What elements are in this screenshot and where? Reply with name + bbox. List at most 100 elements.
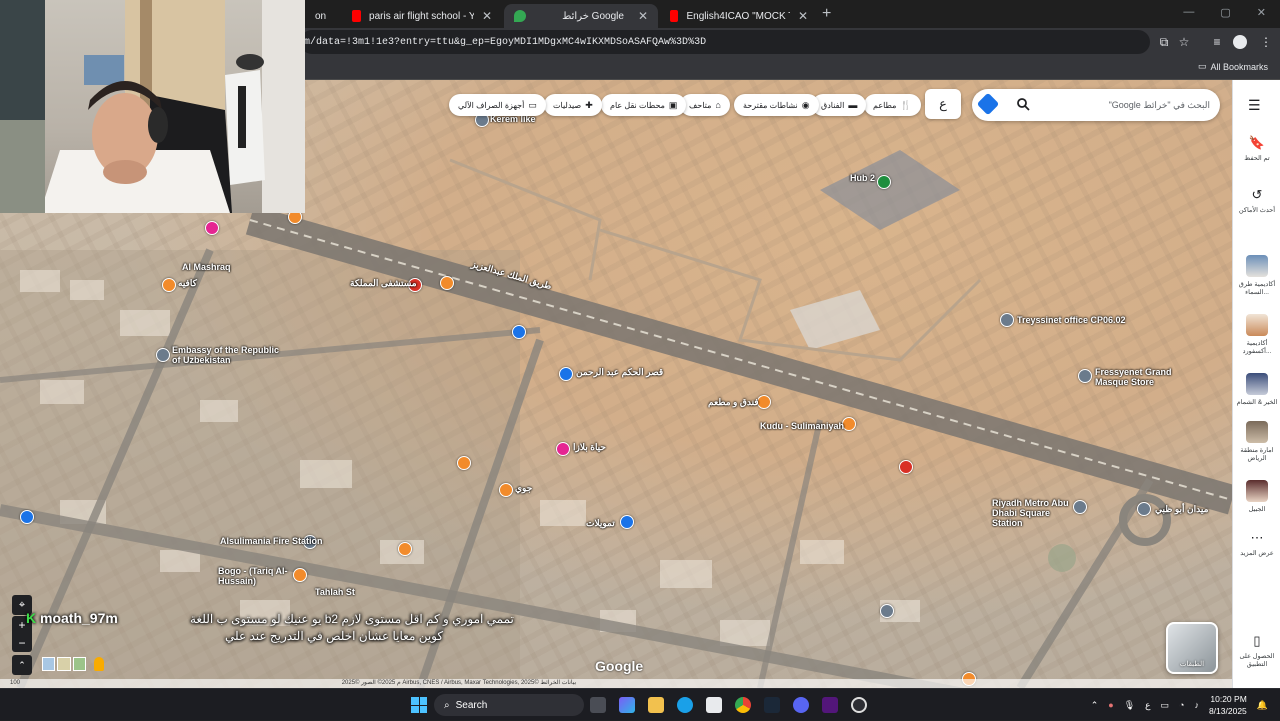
- discord-icon[interactable]: [793, 697, 809, 713]
- volume-icon[interactable]: ♪: [1194, 700, 1199, 710]
- place-label[interactable]: Bogo - (Tariq Al-Hussain): [218, 566, 290, 586]
- place-pin[interactable]: [556, 442, 570, 456]
- place-label[interactable]: Kudu - Sulimaniyah: [760, 421, 844, 431]
- tab-english4icao[interactable]: English4ICAO "MOCK TEST" - Y ✕: [660, 4, 818, 28]
- pegman-icon[interactable]: [94, 657, 104, 671]
- rail-recent-place[interactable]: امارة منطقة الرياض: [1233, 421, 1280, 462]
- task-view-icon[interactable]: [590, 697, 606, 713]
- star-icon[interactable]: ☆: [1176, 34, 1192, 50]
- chip-things-to-do[interactable]: ◉ نشاطات مقترحة: [734, 94, 819, 116]
- wifi-icon[interactable]: ◔: [1179, 700, 1184, 710]
- media-icon[interactable]: ≡: [1209, 34, 1225, 50]
- place-pin[interactable]: [899, 460, 913, 474]
- rail-show-more[interactable]: ⋯ عرض المزيد: [1233, 530, 1280, 557]
- place-label[interactable]: فندق و مطعم: [708, 397, 759, 408]
- all-bookmarks-button[interactable]: ▭ All Bookmarks: [1198, 61, 1268, 72]
- maps-search-box[interactable]: البحث في "خرائط Google": [972, 89, 1220, 121]
- clock[interactable]: 10:20 PM 8/13/2025: [1209, 693, 1247, 717]
- menu-icon[interactable]: ☰: [1248, 97, 1261, 114]
- place-label[interactable]: حياة بلازا: [573, 442, 606, 453]
- place-pin[interactable]: [499, 483, 513, 497]
- next-app-icon[interactable]: [822, 697, 838, 713]
- language-indicator[interactable]: ع: [1145, 700, 1150, 711]
- close-window-icon[interactable]: ✕: [1257, 6, 1266, 19]
- place-pin[interactable]: [1000, 313, 1014, 327]
- tab-partial[interactable]: on: [305, 4, 340, 28]
- place-label[interactable]: Alsulimania Fire Station: [220, 536, 323, 546]
- mic-icon[interactable]: 🎙: [1124, 700, 1135, 711]
- place-pin[interactable]: [457, 456, 471, 470]
- rail-recent-place[interactable]: أكاديمية أكسفورد...: [1233, 314, 1280, 355]
- place-label[interactable]: Hub 2: [850, 173, 875, 183]
- copilot-icon[interactable]: [619, 697, 635, 713]
- place-pin[interactable]: [1073, 500, 1087, 514]
- rail-saved[interactable]: 🔖 تم الحفظ: [1233, 135, 1280, 162]
- rail-recent-place[interactable]: الجبيل: [1233, 480, 1280, 513]
- rail-recent-place[interactable]: أكاديمية طرق السماء...: [1233, 255, 1280, 296]
- notification-icon[interactable]: 🔔: [1257, 700, 1268, 711]
- place-pin[interactable]: [1137, 502, 1151, 516]
- place-label[interactable]: Riyadh Metro Abu Dhabi Square Station: [992, 498, 1070, 528]
- rail-get-app[interactable]: ▯ الحصول على التطبيق: [1233, 633, 1280, 668]
- kebab-menu-icon[interactable]: ⋮: [1258, 34, 1274, 50]
- place-label[interactable]: ميدان أبو ظبي: [1155, 504, 1208, 515]
- place-pin[interactable]: [156, 348, 170, 362]
- tab-youtube[interactable]: paris air flight school - YouTube ✕: [342, 4, 502, 28]
- place-label[interactable]: قصر الحكم عبد الرحمن: [576, 367, 663, 378]
- chip-restaurants[interactable]: 🍴 مطاعم: [864, 94, 921, 116]
- file-explorer-icon[interactable]: [648, 697, 664, 713]
- place-label[interactable]: جوي: [515, 483, 532, 494]
- rail-recents[interactable]: ↺ أحدث الأماكن: [1233, 187, 1280, 214]
- store-icon[interactable]: [706, 697, 722, 713]
- network-status-icon[interactable]: ●: [1108, 700, 1113, 710]
- chip-atms[interactable]: ▭ أجهزة الصراف الآلي: [449, 94, 546, 116]
- expand-button[interactable]: ⌃: [12, 655, 32, 675]
- obs-icon[interactable]: [851, 697, 867, 713]
- place-pin[interactable]: [440, 276, 454, 290]
- place-pin[interactable]: [162, 278, 176, 292]
- windows-start-icon[interactable]: [411, 697, 427, 713]
- place-pin[interactable]: [20, 510, 34, 524]
- chip-pharmacies[interactable]: ✚ صيدليات: [544, 94, 602, 116]
- place-label[interactable]: مستشفى المملكة: [350, 278, 417, 289]
- new-tab-button[interactable]: +: [822, 5, 831, 23]
- chip-hotels[interactable]: ▬ الفنادق: [812, 94, 867, 116]
- place-label[interactable]: كافيه: [178, 278, 197, 289]
- search-icon[interactable]: [1016, 97, 1030, 111]
- place-pin[interactable]: [293, 568, 307, 582]
- close-icon[interactable]: ✕: [638, 9, 648, 23]
- place-pin[interactable]: [205, 221, 219, 235]
- chip-transit[interactable]: ▣ محطات نقل عام: [601, 94, 687, 116]
- place-pin[interactable]: [1078, 369, 1092, 383]
- edge-icon[interactable]: [677, 697, 693, 713]
- rail-recent-place[interactable]: الخير & الشمام: [1233, 373, 1280, 406]
- profile-avatar[interactable]: [1233, 35, 1247, 49]
- map-type-thumbnails[interactable]: [42, 657, 86, 671]
- place-label[interactable]: Treyssinet office CP06.02: [1017, 315, 1126, 325]
- place-label[interactable]: Fressyenet Grand Masque Store: [1095, 367, 1175, 387]
- place-pin[interactable]: [842, 417, 856, 431]
- layers-button[interactable]: الطبقات: [1166, 622, 1218, 674]
- place-pin[interactable]: [757, 395, 771, 409]
- place-pin[interactable]: [877, 175, 891, 189]
- zoom-out-button[interactable]: −: [12, 634, 32, 652]
- place-pin[interactable]: [398, 542, 412, 556]
- tab-google-maps[interactable]: خرائط Google ✕: [504, 4, 658, 28]
- place-pin[interactable]: [620, 515, 634, 529]
- taskbar-search[interactable]: ⌕ Search: [434, 694, 584, 716]
- monitor-icon[interactable]: ▭: [1161, 700, 1170, 711]
- chrome-icon[interactable]: [735, 697, 751, 713]
- steam-icon[interactable]: [764, 697, 780, 713]
- chevron-up-icon[interactable]: ⌃: [1091, 700, 1099, 711]
- language-button[interactable]: ع: [925, 89, 961, 119]
- place-label[interactable]: تمويلات: [586, 518, 615, 529]
- place-label[interactable]: Embassy of the Republic of Uzbekistan: [172, 345, 282, 365]
- place-pin[interactable]: [512, 325, 526, 339]
- install-app-icon[interactable]: ⧉: [1156, 34, 1172, 50]
- maximize-icon[interactable]: ▢: [1220, 6, 1230, 19]
- close-icon[interactable]: ✕: [798, 9, 808, 23]
- close-icon[interactable]: ✕: [482, 9, 492, 23]
- minimize-icon[interactable]: —: [1183, 6, 1194, 19]
- url-field[interactable]: m/data=!3m1!1e3?entry=ttu&g_ep=EgoyMDI1M…: [300, 30, 1150, 54]
- place-pin[interactable]: [559, 367, 573, 381]
